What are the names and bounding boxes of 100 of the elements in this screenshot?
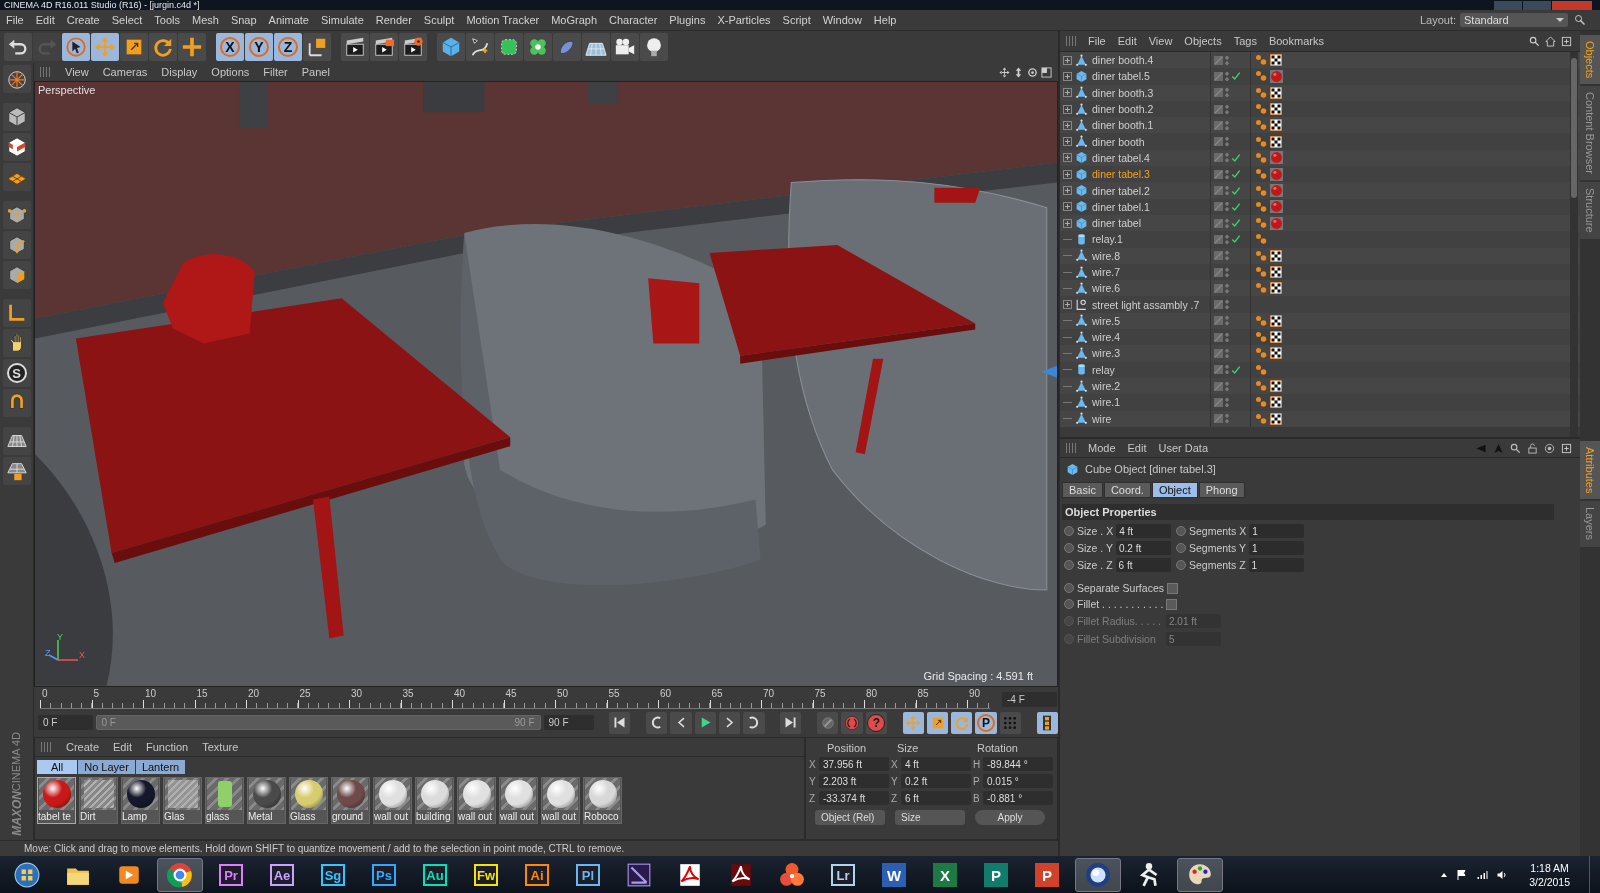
view-menu-item[interactable]: Filter <box>256 66 295 78</box>
coordinate-mode-dropdown[interactable]: Object (Rel) <box>815 809 885 825</box>
size-field[interactable]: 6 ft <box>901 791 971 806</box>
rotation-field[interactable]: 0.015 ° <box>983 774 1053 789</box>
menu-item[interactable]: Mesh <box>186 14 225 26</box>
menu-item[interactable]: Snap <box>224 14 263 26</box>
object-name[interactable]: wire.5 <box>1092 314 1210 327</box>
side-tab[interactable]: Objects <box>1580 35 1600 85</box>
attribute-tab[interactable]: Coord. <box>1103 482 1151 498</box>
office-taskbar-button[interactable]: P <box>973 858 1019 892</box>
side-tab[interactable]: Attributes <box>1580 441 1600 500</box>
rotation-field[interactable]: -0.881 ° <box>983 791 1053 806</box>
menu-item[interactable]: Tools <box>148 14 186 26</box>
start-frame-field[interactable]: 0 F <box>38 715 93 731</box>
menu-item[interactable]: File <box>0 14 30 26</box>
menu-item[interactable]: Character <box>603 14 664 26</box>
timeline-ruler[interactable]: 0 5 10 15 20 25 30 35 40 45 50 55 60 65 70 75 80 85 90 <box>40 687 990 709</box>
menu-item[interactable]: Edit <box>1111 35 1143 47</box>
letter-taskbar-button[interactable]: Pr <box>208 858 254 892</box>
letter-taskbar-button[interactable]: Ai <box>514 858 560 892</box>
menu-item[interactable]: Window <box>816 14 868 26</box>
object-name[interactable]: diner tabel.1 <box>1092 200 1210 213</box>
menu-item[interactable]: Sculpt <box>417 14 461 26</box>
object-name[interactable]: wire.1 <box>1092 396 1210 409</box>
menu-item[interactable]: Script <box>776 14 817 26</box>
apply-button[interactable]: Apply <box>975 809 1045 825</box>
menu-item[interactable]: Mode <box>1082 442 1122 454</box>
object-name[interactable]: diner tabel.4 <box>1092 151 1210 164</box>
menu-item[interactable]: Create <box>59 740 107 753</box>
object-name[interactable]: diner booth.4 <box>1092 54 1210 67</box>
end-frame-field[interactable]: 90 F <box>543 715 595 731</box>
number-field[interactable]: 1 <box>1249 541 1304 555</box>
number-field[interactable]: 1 <box>1249 524 1305 538</box>
number-field[interactable]: 6 ft <box>1115 558 1171 572</box>
object-name[interactable]: diner booth.1 <box>1092 119 1210 132</box>
view-menu-item[interactable]: Options <box>204 66 257 78</box>
letter-taskbar-button[interactable]: Ps <box>361 858 407 892</box>
position-field[interactable]: -33.374 ft <box>819 791 889 806</box>
view-menu-item[interactable]: Panel <box>294 66 337 78</box>
menu-item[interactable]: Edit <box>106 740 139 753</box>
layer-filter-tab[interactable]: All <box>37 759 78 774</box>
axis-lock-button[interactable]: Z <box>274 33 302 61</box>
menu-item[interactable]: User Data <box>1152 442 1215 454</box>
menu-item[interactable]: Create <box>60 14 106 26</box>
object-name[interactable]: diner tabel.2 <box>1092 184 1210 197</box>
position-field[interactable]: 37.956 ft <box>819 757 889 772</box>
letter-taskbar-button[interactable]: Fw <box>463 858 509 892</box>
menu-item[interactable]: View <box>1142 35 1179 47</box>
attribute-tab[interactable]: Basic <box>1062 482 1103 498</box>
position-field[interactable]: 2.203 ft <box>819 774 889 789</box>
snap-tool-button[interactable]: S <box>2 359 31 387</box>
menu-item[interactable]: Select <box>105 14 149 26</box>
menu-item[interactable]: Help <box>867 14 903 26</box>
object-name[interactable]: diner tabel.5 <box>1092 70 1210 83</box>
object-name[interactable]: diner tabel <box>1092 217 1210 230</box>
size-field[interactable]: 4 ft <box>901 757 971 772</box>
menu-item[interactable]: Animate <box>262 14 315 26</box>
menu-item[interactable]: Motion Tracker <box>460 14 546 26</box>
number-field[interactable]: 0.2 ft <box>1116 541 1171 555</box>
object-name[interactable]: diner tabel.3 <box>1092 168 1210 181</box>
object-name[interactable]: wire.6 <box>1092 282 1210 295</box>
object-name[interactable]: wire <box>1092 412 1210 425</box>
menu-item[interactable]: Texture <box>195 740 246 753</box>
autokey-key-button[interactable]: ? <box>865 711 887 734</box>
view-menu-item[interactable]: View <box>58 66 96 78</box>
size-mode-dropdown[interactable]: Size <box>895 809 965 825</box>
object-name[interactable]: street light assambly .7 <box>1092 298 1210 311</box>
layout-dropdown[interactable]: Standard <box>1460 13 1568 27</box>
object-name[interactable]: relay.1 <box>1092 233 1210 246</box>
letter-taskbar-button[interactable]: Sg <box>310 858 356 892</box>
menu-item[interactable]: Objects <box>1178 35 1228 47</box>
menu-item[interactable]: Plugins <box>663 14 712 26</box>
object-name[interactable]: diner booth.3 <box>1092 86 1210 99</box>
menu-item[interactable]: Simulate <box>314 14 370 26</box>
menu-item[interactable]: Edit <box>29 14 61 26</box>
side-tab[interactable]: Layers <box>1580 501 1600 547</box>
current-frame-field[interactable]: -4 F <box>1002 691 1057 707</box>
object-name[interactable]: wire.3 <box>1092 347 1210 360</box>
letter-taskbar-button[interactable]: Au <box>412 858 458 892</box>
number-field[interactable]: 1 <box>1248 558 1304 572</box>
size-field[interactable]: 0.2 ft <box>901 774 971 789</box>
attribute-tab[interactable]: Phong <box>1198 482 1245 498</box>
axis-lock-button[interactable]: Y <box>245 33 273 61</box>
rotation-field[interactable]: -89.844 ° <box>983 757 1053 772</box>
object-name[interactable]: wire.7 <box>1092 266 1210 278</box>
side-tab[interactable]: Structure <box>1580 182 1600 239</box>
layer-filter-tab[interactable]: No Layer <box>78 759 135 774</box>
number-field[interactable]: 4 ft <box>1116 524 1172 538</box>
office-taskbar-button[interactable]: W <box>871 858 917 892</box>
object-name[interactable]: diner booth <box>1092 135 1210 148</box>
object-name[interactable]: wire.8 <box>1092 249 1210 262</box>
menu-item[interactable]: Tags <box>1227 35 1263 47</box>
letter-taskbar-button[interactable]: Lr <box>820 858 866 892</box>
menu-item[interactable]: Function <box>139 740 196 753</box>
side-tab[interactable]: Content Browser <box>1580 86 1600 181</box>
view-menu-item[interactable]: Cameras <box>95 66 155 78</box>
menu-item[interactable]: Edit <box>1121 442 1153 454</box>
param-key-button[interactable]: P <box>975 711 997 734</box>
menu-item[interactable]: Render <box>369 14 418 26</box>
office-taskbar-button[interactable]: P <box>1024 858 1070 892</box>
